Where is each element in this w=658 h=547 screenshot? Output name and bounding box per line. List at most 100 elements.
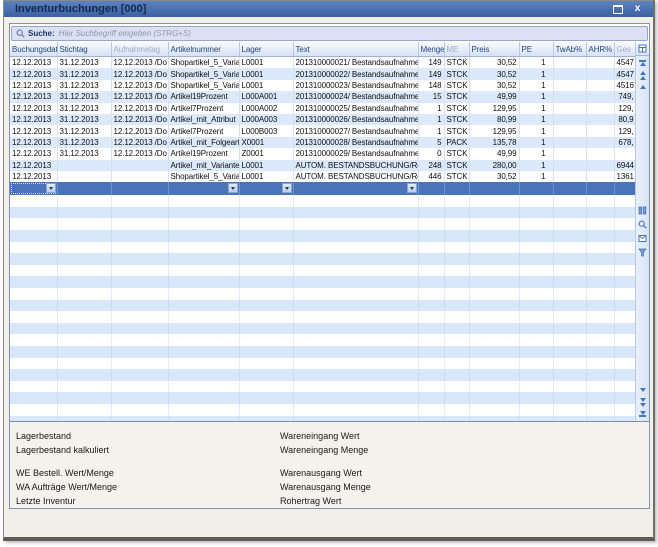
filter-dropdown-button[interactable] <box>407 183 417 193</box>
cell-text[interactable]: 201310000029/ Bestandsaufnahme I <box>293 148 418 159</box>
cell-lager[interactable]: L0001 <box>239 57 293 69</box>
filter-dropdown-button[interactable] <box>282 183 292 193</box>
cell-artikelnummer[interactable]: Shopartikel_5_Varia <box>168 57 239 69</box>
column-header-lager[interactable]: Lager <box>239 42 293 57</box>
cell-text[interactable]: AUTOM. BESTANDSBUCHUNG/Refere <box>293 160 418 171</box>
cell-menge[interactable]: 149 <box>418 68 444 79</box>
cell-menge[interactable]: 0 <box>418 148 444 159</box>
column-header-ges[interactable]: Ges <box>614 42 635 57</box>
cell-text[interactable]: 201310000021/ Bestandsaufnahme I <box>293 57 418 69</box>
cell-twab[interactable] <box>553 91 586 102</box>
cell-preis[interactable]: 49,99 <box>469 91 519 102</box>
table-row[interactable]: 12.12.201331.12.201312.12.2013 /DoArtike… <box>10 125 635 136</box>
cell-stichtag[interactable]: 31.12.2013 <box>57 68 111 79</box>
cell-text[interactable]: 201310000028/ Bestandsaufnahme I <box>293 137 418 148</box>
cell-twab[interactable] <box>553 114 586 125</box>
filter-cell-stichtag[interactable] <box>57 182 111 195</box>
cell-preis[interactable]: 280,00 <box>469 160 519 171</box>
column-header-artikelnummer[interactable]: Artikelnummer <box>168 42 239 57</box>
filter-button[interactable] <box>637 247 648 258</box>
table-row[interactable]: 12.12.201331.12.201312.12.2013 /DoArtike… <box>10 91 635 102</box>
cell-artikelnummer[interactable]: Artikel_mit_Variante <box>168 160 239 171</box>
filter-cell-lager[interactable] <box>239 182 293 195</box>
cell-ahr[interactable] <box>586 148 614 159</box>
cell-preis[interactable]: 30,52 <box>469 80 519 91</box>
cell-menge[interactable]: 1 <box>418 103 444 114</box>
cell-lager[interactable]: L000A002 <box>239 103 293 114</box>
filter-cell-me[interactable] <box>444 182 469 195</box>
cell-stichtag[interactable]: 31.12.2013 <box>57 125 111 136</box>
cell-stichtag[interactable]: 31.12.2013 <box>57 137 111 148</box>
cell-twab[interactable] <box>553 68 586 79</box>
cell-ges[interactable]: 4547 <box>614 57 635 69</box>
cell-aufnahmetag[interactable]: 12.12.2013 /Do <box>111 137 168 148</box>
cell-ges[interactable]: 1361 <box>614 171 635 182</box>
cell-menge[interactable]: 15 <box>418 91 444 102</box>
filter-cell-buchungsdatum[interactable] <box>10 182 57 195</box>
cell-artikelnummer[interactable]: Shopartikel_5_Varia <box>168 68 239 79</box>
filter-cell-text[interactable] <box>293 182 418 195</box>
column-header-twab[interactable]: TwAb% <box>553 42 586 57</box>
cell-pe[interactable]: 1 <box>519 57 553 69</box>
filter-cell-ahr[interactable] <box>586 182 614 195</box>
cell-text[interactable]: 201310000025/ Bestandsaufnahme I <box>293 103 418 114</box>
cell-ahr[interactable] <box>586 91 614 102</box>
cell-stichtag[interactable]: 31.12.2013 <box>57 80 111 91</box>
filter-cell-ges[interactable] <box>614 182 635 195</box>
cell-aufnahmetag[interactable]: 12.12.2013 /Do <box>111 148 168 159</box>
cell-ges[interactable]: 6944 <box>614 160 635 171</box>
row-up-button[interactable] <box>637 82 648 92</box>
filter-dropdown-button[interactable] <box>46 183 56 193</box>
cell-preis[interactable]: 135,78 <box>469 137 519 148</box>
cell-buchungsdatum[interactable]: 12.12.2013 <box>10 68 57 79</box>
cell-pe[interactable]: 1 <box>519 103 553 114</box>
cell-preis[interactable]: 129,95 <box>469 125 519 136</box>
cell-twab[interactable] <box>553 171 586 182</box>
cell-preis[interactable]: 49,99 <box>469 148 519 159</box>
cell-menge[interactable]: 446 <box>418 171 444 182</box>
table-row[interactable]: 12.12.201331.12.201312.12.2013 /DoShopar… <box>10 80 635 91</box>
cell-me[interactable]: STCK <box>444 103 469 114</box>
cell-menge[interactable]: 248 <box>418 160 444 171</box>
cell-artikelnummer[interactable]: Artikel_mit_Attribut <box>168 114 239 125</box>
cell-aufnahmetag[interactable] <box>111 160 168 171</box>
cell-ahr[interactable] <box>586 57 614 69</box>
cell-text[interactable]: 201310000027/ Bestandsaufnahme I <box>293 125 418 136</box>
cell-lager[interactable]: X0001 <box>239 137 293 148</box>
cell-stichtag[interactable]: 31.12.2013 <box>57 57 111 69</box>
cell-ges[interactable]: 80,9 <box>614 114 635 125</box>
cell-pe[interactable]: 1 <box>519 148 553 159</box>
cell-twab[interactable] <box>553 80 586 91</box>
cell-aufnahmetag[interactable]: 12.12.2013 /Do <box>111 91 168 102</box>
cell-ahr[interactable] <box>586 171 614 182</box>
cell-aufnahmetag[interactable]: 12.12.2013 /Do <box>111 103 168 114</box>
cell-me[interactable]: PACK <box>444 137 469 148</box>
filter-cell-twab[interactable] <box>553 182 586 195</box>
filter-cell-pe[interactable] <box>519 182 553 195</box>
column-header-buchungsdatum[interactable]: Buchungsdatum <box>10 42 57 57</box>
cell-ges[interactable]: 4516 <box>614 80 635 91</box>
cell-artikelnummer[interactable]: Artikel19Prozent <box>168 148 239 159</box>
page-up-button[interactable] <box>637 70 648 80</box>
cell-menge[interactable]: 148 <box>418 80 444 91</box>
cell-artikelnummer[interactable]: Shopartikel_5_Varia <box>168 80 239 91</box>
cell-stichtag[interactable] <box>57 160 111 171</box>
filter-cell-menge[interactable] <box>418 182 444 195</box>
table-row[interactable]: 12.12.201331.12.201312.12.2013 /DoArtike… <box>10 114 635 125</box>
cell-ahr[interactable] <box>586 80 614 91</box>
cell-lager[interactable]: L000A001 <box>239 91 293 102</box>
cell-text[interactable]: AUTOM. BESTANDSBUCHUNG/Refere <box>293 171 418 182</box>
cell-me[interactable]: STCK <box>444 57 469 69</box>
cell-buchungsdatum[interactable]: 12.12.2013 <box>10 80 57 91</box>
cell-me[interactable]: STCK <box>444 80 469 91</box>
column-chooser-button[interactable] <box>636 42 649 56</box>
cell-pe[interactable]: 1 <box>519 125 553 136</box>
cell-artikelnummer[interactable]: Shopartikel_5_Varia <box>168 171 239 182</box>
cell-ges[interactable]: 678, <box>614 137 635 148</box>
cell-me[interactable]: STCK <box>444 125 469 136</box>
cell-artikelnummer[interactable]: Artikel_mit_Folgeart <box>168 137 239 148</box>
cell-preis[interactable]: 129,95 <box>469 103 519 114</box>
cell-twab[interactable] <box>553 57 586 69</box>
filter-cell-artikelnummer[interactable] <box>168 182 239 195</box>
scroll-to-bottom-button[interactable] <box>637 409 648 419</box>
